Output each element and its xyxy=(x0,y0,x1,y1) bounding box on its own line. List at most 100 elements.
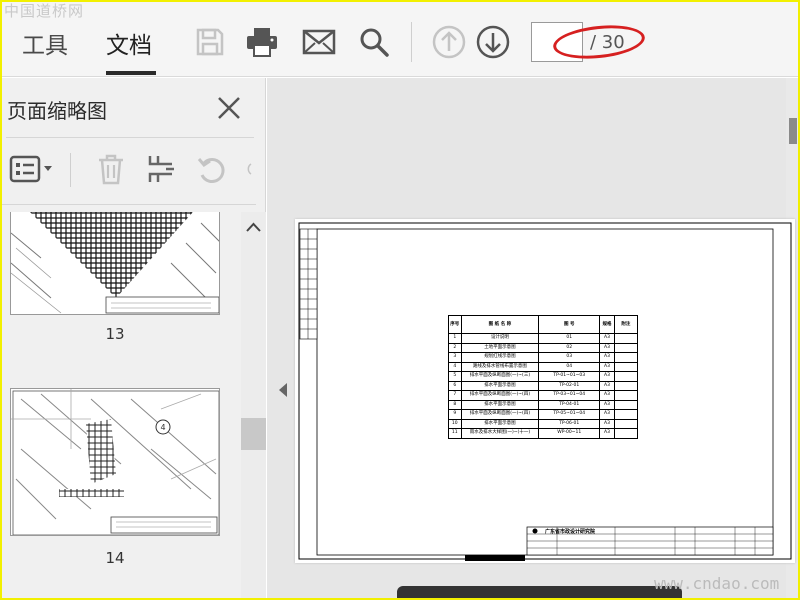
thumbnail-label-13: 13 xyxy=(105,325,125,343)
search-icon xyxy=(360,28,389,57)
watermark-top: 中国道桥网 xyxy=(4,2,85,20)
close-icon[interactable] xyxy=(215,94,243,122)
arrow-up-circle-icon xyxy=(432,25,466,59)
table-row: 3 规划红线示意图 03 A3 xyxy=(448,352,639,363)
panel-tool-separator xyxy=(70,153,71,187)
table-cell: WP-00~11 xyxy=(538,428,601,439)
table-cell: 3 xyxy=(448,352,462,363)
table-cell: 排水平面及纵断面图(一)~(四) xyxy=(460,390,540,401)
table-cell xyxy=(613,371,639,382)
table-cell: 6 xyxy=(448,380,462,391)
search-button[interactable] xyxy=(356,24,392,60)
watermark-bottom: www.cndao.com xyxy=(654,574,780,593)
table-cell: A3 xyxy=(599,342,615,353)
table-row: 4 路线及排水管线布置示意图 04 A3 xyxy=(448,361,639,372)
panel-title: 页面缩略图 xyxy=(7,99,107,123)
table-cell: A3 xyxy=(599,409,615,420)
toolbar-separator xyxy=(411,22,412,62)
table-row: 7 排水平面及纵断面图(一)~(四) TP-03~01~04 A3 xyxy=(448,390,639,401)
table-cell: 2 xyxy=(448,342,462,353)
thumbnail-scrollbar[interactable] xyxy=(241,212,266,600)
document-page: 广东省市政设计研究院 序号 图 纸 名 称 图 号 规格 附注 1 设计说明 01 A… xyxy=(295,219,795,563)
table-cell: A3 xyxy=(599,418,615,429)
printer-icon xyxy=(247,28,277,57)
table-cell: 9 xyxy=(448,409,462,420)
table-cell: 02 xyxy=(538,342,601,353)
table-cell: 8 xyxy=(448,399,462,410)
table-cell: 03 xyxy=(538,352,601,363)
document-view: 广东省市政设计研究院 序号 图 纸 名 称 图 号 规格 附注 1 设计说明 01 A… xyxy=(267,78,800,600)
table-cell: A3 xyxy=(599,428,615,439)
panel-divider xyxy=(6,137,254,138)
table-header-cell: 图 纸 名 称 xyxy=(460,315,540,334)
table-cell: A3 xyxy=(599,390,615,401)
email-button[interactable] xyxy=(301,24,337,60)
table-cell: A3 xyxy=(599,380,615,391)
panel-divider-2 xyxy=(0,204,256,205)
table-row: 1 设计说明 01 A3 xyxy=(448,333,639,344)
page-13-preview xyxy=(11,212,219,314)
table-cell: TP-04-01 xyxy=(538,399,601,410)
rotate-right-icon xyxy=(247,163,252,175)
table-cell: 路线及排水管线布置示意图 xyxy=(460,361,540,372)
arrow-down-circle-icon xyxy=(476,25,510,59)
delete-page-button[interactable] xyxy=(96,153,126,185)
tab-document[interactable]: 文档 xyxy=(106,26,152,60)
table-cell: A3 xyxy=(599,361,615,372)
save-icon xyxy=(196,28,224,56)
table-header-cell: 附注 xyxy=(613,315,639,334)
drawing-table-header: 序号 图 纸 名 称 图 号 规格 附注 xyxy=(448,315,639,334)
table-cell: 01 xyxy=(538,333,601,344)
thumbnail-scrollbar-thumb[interactable] xyxy=(241,418,266,450)
previous-page-button[interactable] xyxy=(431,24,467,60)
table-cell xyxy=(613,418,639,429)
table-cell: 排水平面示意图 xyxy=(460,418,540,429)
table-row: 6 排水平面示意图 TP-02-01 A3 xyxy=(448,380,639,391)
next-page-button[interactable] xyxy=(475,24,511,60)
table-cell: 11 xyxy=(448,428,462,439)
rotate-right-button[interactable] xyxy=(246,153,256,185)
table-row: 9 排水平面及纵断面图(一)~(四) TP-05~01~04 A3 xyxy=(448,409,639,420)
table-cell: 排水平面示意图 xyxy=(460,380,540,391)
extract-page-button[interactable] xyxy=(146,153,176,185)
table-cell: A3 xyxy=(599,333,615,344)
table-cell: A3 xyxy=(599,352,615,363)
table-cell xyxy=(613,428,639,439)
document-scrollbar-thumb[interactable] xyxy=(789,118,797,144)
table-cell: 雨水及排水大样图(一)~(十一) xyxy=(460,428,540,439)
drawing-list-table: 序号 图 纸 名 称 图 号 规格 附注 1 设计说明 01 A3 2 土地平面示意图 02… xyxy=(448,315,639,439)
extract-icon xyxy=(148,156,174,182)
save-button[interactable] xyxy=(192,24,228,60)
table-cell: 10 xyxy=(448,418,462,429)
rotate-page-button[interactable] xyxy=(196,153,228,185)
chevron-up-icon[interactable] xyxy=(245,220,262,234)
thumbnail-page-14[interactable]: 4 xyxy=(10,388,220,536)
trash-icon xyxy=(99,154,123,185)
table-row: 8 排水平面示意图 TP-04-01 A3 xyxy=(448,399,639,410)
floating-page-bar[interactable] xyxy=(397,586,682,600)
table-header-cell: 图 号 xyxy=(538,315,601,334)
table-cell: TP-03~01~04 xyxy=(538,390,601,401)
thumbnail-list: 13 4 14 xyxy=(0,212,240,600)
table-cell xyxy=(613,399,639,410)
list-options-icon xyxy=(9,155,52,183)
collapse-panel-arrow-icon[interactable] xyxy=(279,383,287,397)
table-row: 5 排水平面及纵断面图(一)~(三) TP-01~01~03 A3 xyxy=(448,371,639,382)
thumbnail-options-button[interactable] xyxy=(9,153,55,185)
table-row: 2 土地平面示意图 02 A3 xyxy=(448,342,639,353)
tab-tools[interactable]: 工具 xyxy=(22,26,68,60)
table-cell xyxy=(613,409,639,420)
table-cell xyxy=(613,352,639,363)
table-cell: 排水平面及纵断面图(一)~(三) xyxy=(460,371,540,382)
table-cell xyxy=(613,390,639,401)
table-row: 11 雨水及排水大样图(一)~(十一) WP-00~11 A3 xyxy=(448,428,639,439)
table-cell: A3 xyxy=(599,371,615,382)
print-button[interactable] xyxy=(244,24,280,60)
thumbnail-panel: 页面缩略图 13 4 14 xyxy=(0,78,266,600)
envelope-icon xyxy=(302,29,336,55)
table-cell: TP-02-01 xyxy=(538,380,601,391)
table-cell xyxy=(613,342,639,353)
table-cell: TP-05~01~04 xyxy=(538,409,601,420)
thumbnail-page-13[interactable] xyxy=(10,212,220,315)
top-toolbar: 中国道桥网 工具 文档 / 30 xyxy=(0,0,800,77)
